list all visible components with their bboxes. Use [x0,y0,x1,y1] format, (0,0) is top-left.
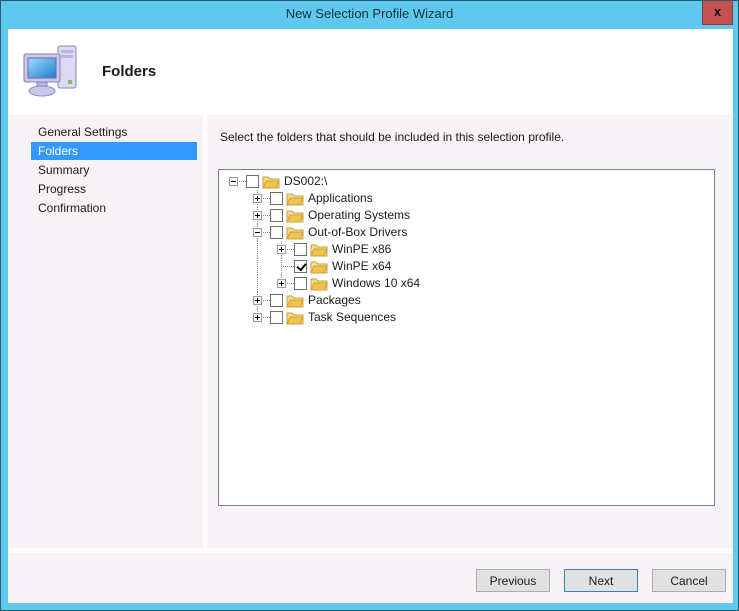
tree-row: WinPE x86 [222,241,714,258]
folder-checkbox[interactable] [294,243,307,256]
folder-icon [286,208,304,223]
tree-row: Task Sequences [222,309,714,326]
sidebar-item-general-settings[interactable]: General Settings [31,123,197,141]
tree-connector [270,241,294,258]
previous-button[interactable]: Previous [476,569,550,592]
tree-node-label[interactable]: Packages [308,292,361,309]
sidebar-item-summary[interactable]: Summary [31,161,197,179]
computer-icon [22,42,84,102]
tree-guide [222,292,246,309]
tree-connector [246,292,270,309]
tree-node-label[interactable]: DS002:\ [284,173,327,190]
tree-guide [246,241,270,258]
expand-icon[interactable] [253,211,262,220]
tree-row: DS002:\ [222,173,714,190]
tree-node-label[interactable]: Task Sequences [308,309,396,326]
folder-icon [286,191,304,206]
next-button[interactable]: Next [564,569,638,592]
tree-guide [222,241,246,258]
folder-checkbox[interactable] [270,311,283,324]
client-area: Folders General SettingsFoldersSummaryPr… [8,29,733,603]
wizard-header: Folders [8,29,733,114]
folder-checkbox[interactable] [270,294,283,307]
tree-node-label[interactable]: Applications [308,190,373,207]
folder-checkbox[interactable] [270,209,283,222]
tree-guide [222,258,246,275]
instruction-text: Select the folders that should be includ… [220,130,564,144]
folder-checkbox[interactable] [294,260,307,273]
tree-node-label[interactable]: WinPE x86 [332,241,391,258]
tree-connector [246,224,270,241]
folder-icon [262,174,280,189]
tree-guide [222,275,246,292]
folder-checkbox[interactable] [270,192,283,205]
tree-node-label[interactable]: Windows 10 x64 [332,275,420,292]
tree-guide [222,309,246,326]
sidebar-item-progress[interactable]: Progress [31,180,197,198]
folder-icon [286,293,304,308]
tree-row: Windows 10 x64 [222,275,714,292]
sidebar-item-confirmation[interactable]: Confirmation [31,199,197,217]
tree-connector [270,275,294,292]
expand-icon[interactable] [277,245,286,254]
folder-checkbox[interactable] [294,277,307,290]
folder-icon [310,276,328,291]
folder-checkbox[interactable] [246,175,259,188]
main-content: Select the folders that should be includ… [207,115,733,548]
wizard-window: New Selection Profile Wizard x [0,0,739,611]
tree-guide [222,207,246,224]
folder-tree[interactable]: DS002:\ Applications Operating Systems O… [218,169,715,506]
folder-icon [286,225,304,240]
tree-connector [270,258,294,275]
tree-row: Operating Systems [222,207,714,224]
tree-row: Out-of-Box Drivers [222,224,714,241]
tree-node-label[interactable]: Operating Systems [308,207,410,224]
tree-connector [222,173,246,190]
cancel-button[interactable]: Cancel [652,569,726,592]
collapse-icon[interactable] [229,177,238,186]
folder-icon [310,242,328,257]
tree-guide [222,190,246,207]
button-bar: Previous Next Cancel [8,553,733,603]
folder-icon [310,259,328,274]
title-bar[interactable]: New Selection Profile Wizard x [1,1,738,29]
folder-icon [286,310,304,325]
expand-icon[interactable] [277,279,286,288]
tree-guide [246,275,270,292]
tree-node-label[interactable]: WinPE x64 [332,258,391,275]
tree-node-label[interactable]: Out-of-Box Drivers [308,224,407,241]
tree-guide [222,224,246,241]
tree-guide [246,258,270,275]
close-button[interactable]: x [702,1,733,25]
expand-icon[interactable] [253,296,262,305]
tree-row: WinPE x64 [222,258,714,275]
tree-connector [246,207,270,224]
sidebar-item-folders[interactable]: Folders [31,142,197,160]
wizard-steps-sidebar: General SettingsFoldersSummaryProgressCo… [8,115,203,548]
tree-row: Packages [222,292,714,309]
window-title: New Selection Profile Wizard [1,6,738,21]
expand-icon[interactable] [253,194,262,203]
tree-connector [246,309,270,326]
page-title: Folders [102,63,156,80]
expand-icon[interactable] [253,313,262,322]
collapse-icon[interactable] [253,228,262,237]
tree-row: Applications [222,190,714,207]
tree-connector [246,190,270,207]
folder-checkbox[interactable] [270,226,283,239]
